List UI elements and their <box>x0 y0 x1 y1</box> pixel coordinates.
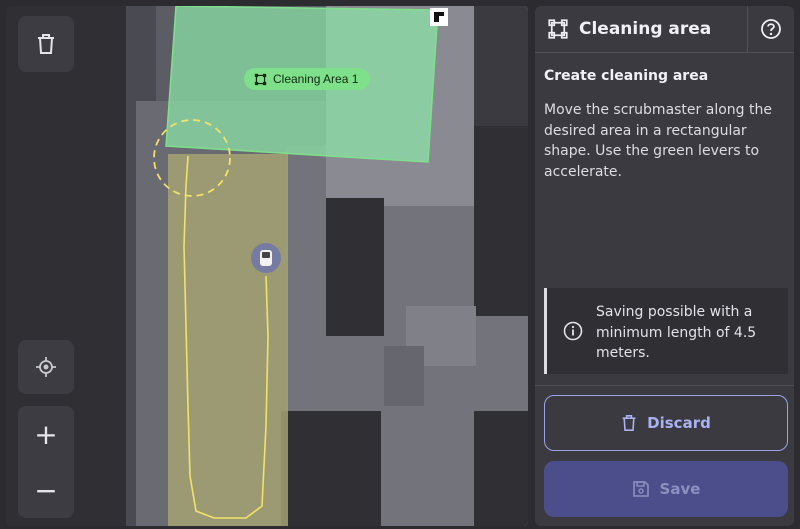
zoom-controls: + − <box>18 406 74 518</box>
minus-icon: − <box>34 473 58 507</box>
divider <box>535 385 794 386</box>
trash-icon <box>38 34 54 54</box>
info-icon <box>563 321 583 341</box>
help-button[interactable] <box>747 6 794 52</box>
section-subtitle: Create cleaning area <box>544 68 709 84</box>
zoom-out-button[interactable]: − <box>18 462 74 518</box>
cleaning-area-label[interactable]: Cleaning Area 1 <box>244 68 371 90</box>
save-label: Save <box>659 480 701 498</box>
trash-icon <box>622 415 636 431</box>
delete-area-button[interactable] <box>18 16 74 72</box>
robot-marker <box>251 243 281 273</box>
panel-title: Cleaning area <box>579 19 712 39</box>
area-icon <box>254 73 267 85</box>
locate-robot-button[interactable] <box>18 340 74 394</box>
info-text: Saving possible with a minimum length of… <box>596 304 757 361</box>
instructions-text: Move the scrubmaster along the desired a… <box>544 102 772 180</box>
cleaning-area-panel: Cleaning area Create cleaning area Move … <box>535 6 794 526</box>
cleaning-area-name: Cleaning Area 1 <box>273 72 359 86</box>
locate-icon <box>36 357 56 377</box>
discard-label: Discard <box>647 414 711 432</box>
save-button[interactable]: Save <box>544 461 788 517</box>
info-notice: Saving possible with a minimum length of… <box>544 288 788 374</box>
zoom-in-button[interactable]: + <box>18 406 74 462</box>
save-icon <box>632 481 649 497</box>
map-view[interactable]: Cleaning Area 1 + − <box>6 6 528 526</box>
plus-icon: + <box>34 417 58 451</box>
discard-button[interactable]: Discard <box>544 395 788 451</box>
help-icon <box>761 19 781 39</box>
panel-header: Cleaning area <box>535 6 794 53</box>
area-icon <box>548 19 568 39</box>
